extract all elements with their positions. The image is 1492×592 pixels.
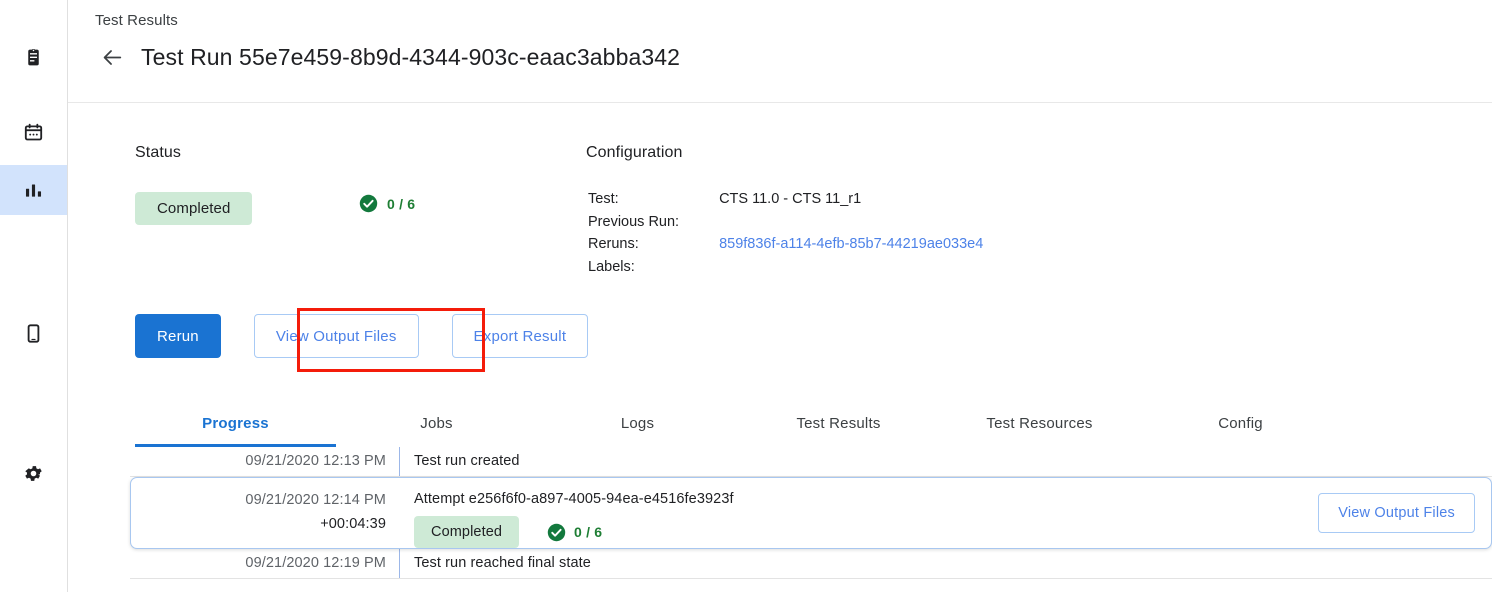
sidebar-item-settings[interactable] bbox=[0, 448, 67, 498]
device-icon bbox=[23, 323, 44, 344]
main-content: Status Completed 0 / 6 Configuration Tes… bbox=[68, 103, 1492, 592]
reruns-link[interactable]: 859f836f-a114-4efb-85b7-44219ae033e4 bbox=[719, 234, 983, 255]
config-row-reruns: Reruns: 859f836f-a114-4efb-85b7-44219ae0… bbox=[588, 234, 983, 255]
progress-row-time: 09/21/2020 12:13 PM bbox=[136, 447, 399, 476]
progress-row-time: 09/21/2020 12:19 PM bbox=[136, 549, 399, 578]
check-circle-icon bbox=[547, 523, 566, 542]
attempt-status-badge: Completed bbox=[414, 516, 519, 548]
tab-jobs[interactable]: Jobs bbox=[336, 399, 537, 447]
sidebar-item-devices[interactable] bbox=[0, 308, 67, 358]
bar-chart-icon bbox=[23, 180, 44, 201]
rerun-button[interactable]: Rerun bbox=[135, 314, 221, 358]
progress-row-time: 09/21/2020 12:14 PM +00:04:39 bbox=[136, 478, 399, 536]
config-key: Labels: bbox=[588, 257, 717, 278]
sidebar-item-test-results[interactable] bbox=[0, 165, 67, 215]
title-row: Test Run 55e7e459-8b9d-4344-903c-eaac3ab… bbox=[95, 40, 680, 74]
config-key: Previous Run: bbox=[588, 212, 717, 233]
config-row-previous-run: Previous Run: bbox=[588, 212, 983, 233]
gear-icon bbox=[23, 463, 44, 484]
progress-row[interactable]: 09/21/2020 12:13 PM Test run created bbox=[130, 447, 1492, 477]
page-header: Test Results Test Run 55e7e459-8b9d-4344… bbox=[68, 0, 1492, 103]
sidebar-item-test-suites[interactable] bbox=[0, 32, 67, 82]
config-value bbox=[719, 212, 983, 233]
back-arrow-icon[interactable] bbox=[95, 40, 129, 74]
configuration-heading: Configuration bbox=[586, 144, 682, 162]
progress-row-expanded[interactable]: 09/21/2020 12:14 PM +00:04:39 Attempt e2… bbox=[130, 477, 1492, 549]
clipboard-icon bbox=[23, 47, 44, 68]
page-title: Test Run 55e7e459-8b9d-4344-903c-eaac3ab… bbox=[141, 44, 680, 71]
row-view-output-files-button[interactable]: View Output Files bbox=[1318, 493, 1475, 533]
status-counter: 0 / 6 bbox=[359, 194, 415, 213]
tab-progress[interactable]: Progress bbox=[135, 399, 336, 447]
tab-config[interactable]: Config bbox=[1140, 399, 1341, 447]
tab-bar: Progress Jobs Logs Test Results Test Res… bbox=[135, 399, 1492, 447]
check-circle-icon bbox=[359, 194, 378, 213]
export-result-button[interactable]: Export Result bbox=[452, 314, 589, 358]
config-value bbox=[719, 257, 983, 278]
status-heading: Status bbox=[135, 144, 181, 162]
tab-test-resources[interactable]: Test Resources bbox=[939, 399, 1140, 447]
progress-row[interactable]: 09/21/2020 12:19 PM Test run reached fin… bbox=[130, 549, 1492, 579]
config-key: Reruns: bbox=[588, 234, 717, 255]
status-counter-text: 0 / 6 bbox=[387, 196, 415, 212]
sidebar-item-test-plans[interactable] bbox=[0, 107, 67, 157]
sidebar bbox=[0, 0, 68, 592]
configuration-table: Test: CTS 11.0 - CTS 11_r1 Previous Run:… bbox=[586, 187, 985, 279]
action-button-row: Rerun View Output Files Export Result bbox=[135, 314, 588, 358]
progress-list: 09/21/2020 12:13 PM Test run created 09/… bbox=[130, 447, 1492, 579]
calendar-icon bbox=[23, 122, 44, 143]
attempt-counter-text: 0 / 6 bbox=[574, 522, 602, 542]
config-key: Test: bbox=[588, 189, 717, 210]
attempt-counter: 0 / 6 bbox=[547, 522, 602, 542]
progress-row-offset: +00:04:39 bbox=[136, 512, 386, 536]
tab-logs[interactable]: Logs bbox=[537, 399, 738, 447]
row-action-area: View Output Files bbox=[1318, 493, 1475, 533]
config-row-labels: Labels: bbox=[588, 257, 983, 278]
config-row-test: Test: CTS 11.0 - CTS 11_r1 bbox=[588, 189, 983, 210]
progress-row-text: Test run created bbox=[400, 447, 1492, 476]
config-value: CTS 11.0 - CTS 11_r1 bbox=[719, 189, 983, 210]
tab-test-results[interactable]: Test Results bbox=[738, 399, 939, 447]
progress-row-timestamp: 09/21/2020 12:14 PM bbox=[245, 492, 386, 508]
view-output-files-button[interactable]: View Output Files bbox=[254, 314, 419, 358]
progress-row-text: Test run reached final state bbox=[400, 549, 1492, 578]
status-badge: Completed bbox=[135, 192, 252, 225]
breadcrumb[interactable]: Test Results bbox=[95, 12, 178, 29]
